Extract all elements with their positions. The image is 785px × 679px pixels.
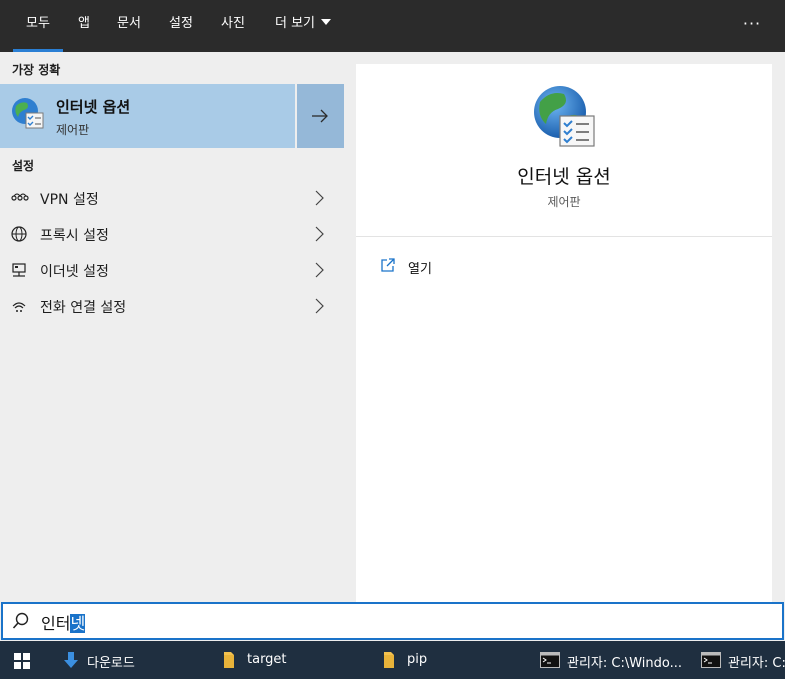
tab-photos[interactable]: 사진 xyxy=(214,0,252,52)
ethernet-icon xyxy=(12,263,26,277)
internet-options-globe-icon xyxy=(12,98,44,129)
best-match-subtitle: 제어판 xyxy=(56,123,90,137)
tab-settings[interactable]: 설정 xyxy=(162,0,200,52)
setting-item-dial-up[interactable]: 전화 연결 설정 xyxy=(0,288,344,324)
search-input[interactable]: 인터넷 xyxy=(1,602,784,640)
taskbar-item-label: 다운로드 xyxy=(87,656,135,671)
chevron-right-icon xyxy=(315,262,324,278)
open-preview-button[interactable] xyxy=(297,84,344,148)
divider xyxy=(356,236,772,237)
open-action[interactable]: 열기 xyxy=(356,248,772,282)
taskbar-item-label: 관리자: C:\ xyxy=(728,656,785,671)
tab-documents[interactable]: 문서 xyxy=(110,0,148,52)
arrow-right-icon xyxy=(312,109,328,123)
best-match-heading: 가장 정확 xyxy=(12,63,61,77)
results-panel: 가장 정확 인터넷 옵션 제어판 설정 VPN 설정 프록시 설정 이더넷 설정… xyxy=(0,52,344,602)
folder-icon xyxy=(384,652,394,668)
taskbar-item-label: target xyxy=(247,652,287,667)
taskbar-item-label: 관리자: C:\Windo... xyxy=(567,656,683,671)
globe-icon xyxy=(11,226,27,242)
internet-options-globe-icon xyxy=(534,86,595,147)
download-arrow-icon xyxy=(64,652,78,668)
setting-item-label: VPN 설정 xyxy=(40,192,99,208)
tab-more-label: 더 보기 xyxy=(274,16,315,31)
chevron-right-icon xyxy=(315,190,324,206)
tab-apps[interactable]: 앱 xyxy=(70,0,98,52)
cmd-icon xyxy=(701,652,721,668)
tab-all[interactable]: 모두 xyxy=(13,0,63,52)
preview-subtitle: 제어판 xyxy=(547,195,581,209)
more-options-button[interactable]: ··· xyxy=(738,14,766,34)
cmd-icon xyxy=(540,652,560,668)
open-icon xyxy=(381,258,395,272)
setting-item-label: 프록시 설정 xyxy=(40,228,109,244)
windows-logo-icon xyxy=(14,653,30,669)
folder-icon xyxy=(224,652,234,668)
taskbar: 다운로드 target pip 관리자: C:\Windo... 관리자: C:… xyxy=(0,641,785,679)
chevron-right-icon xyxy=(315,298,324,314)
dial-up-icon xyxy=(12,302,26,312)
taskbar-item-pip[interactable]: pip xyxy=(376,641,526,679)
taskbar-item-cmd-2[interactable]: 관리자: C:\ xyxy=(697,641,785,679)
setting-item-ethernet[interactable]: 이더넷 설정 xyxy=(0,252,344,288)
taskbar-item-cmd-1[interactable]: 관리자: C:\Windo... xyxy=(536,641,688,679)
best-match-item[interactable]: 인터넷 옵션 제어판 xyxy=(0,84,295,148)
chevron-right-icon xyxy=(315,226,324,242)
search-typed-text: 인터 xyxy=(41,614,71,633)
setting-item-label: 이더넷 설정 xyxy=(40,264,109,280)
open-action-label: 열기 xyxy=(408,262,432,277)
taskbar-item-label: pip xyxy=(407,652,428,667)
vpn-icon xyxy=(11,193,29,201)
search-query: 인터넷 xyxy=(41,610,86,634)
preview-title: 인터넷 옵션 xyxy=(517,166,611,188)
taskbar-item-downloads[interactable]: 다운로드 xyxy=(56,641,206,679)
setting-item-proxy[interactable]: 프록시 설정 xyxy=(0,216,344,252)
search-filter-bar: 모두 앱 문서 설정 사진 더 보기 ··· xyxy=(0,0,785,52)
setting-item-vpn[interactable]: VPN 설정 xyxy=(0,180,344,216)
settings-heading: 설정 xyxy=(12,159,35,173)
taskbar-item-target[interactable]: target xyxy=(216,641,366,679)
caret-down-icon xyxy=(321,19,331,25)
start-button[interactable] xyxy=(0,641,44,679)
search-icon xyxy=(12,612,29,629)
setting-item-label: 전화 연결 설정 xyxy=(40,300,127,316)
search-selected-text: 넷 xyxy=(70,614,86,633)
preview-panel: 인터넷 옵션 제어판 열기 xyxy=(356,64,772,602)
tab-more[interactable]: 더 보기 xyxy=(266,0,340,52)
best-match-title: 인터넷 옵션 xyxy=(56,98,131,116)
